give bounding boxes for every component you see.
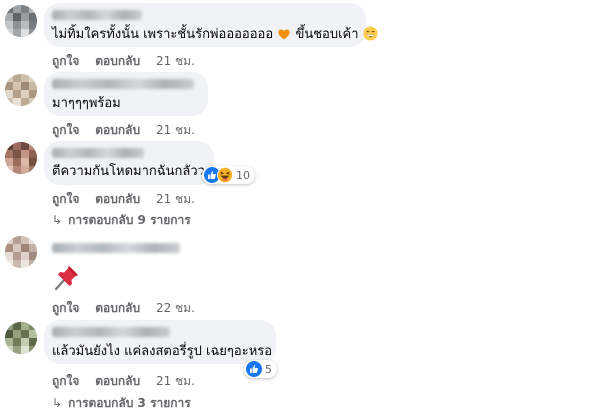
reply-arrow-icon: ↳ [52, 213, 63, 227]
avatar[interactable] [5, 5, 37, 37]
comment-text: ไม่ทิ้มใครทั้งนั้น เพราะชั้นรักพ่อออออออ [52, 27, 274, 42]
comment-actions: ถูกใจ ตอบกลับ 22 ชม. [52, 299, 207, 318]
orange-heart-icon [277, 27, 291, 46]
reaction-count: 10 [236, 168, 250, 182]
author-name[interactable] [52, 10, 142, 20]
timestamp[interactable]: 21 ชม. [156, 192, 195, 206]
like-link[interactable]: ถูกใจ [52, 123, 79, 137]
view-replies-link[interactable]: ↳ การตอบกลับ 3 รายการ [52, 394, 191, 413]
avatar[interactable] [5, 74, 37, 106]
avatar[interactable] [5, 236, 37, 268]
author-name[interactable] [52, 148, 144, 158]
replies-label: การตอบกลับ 9 รายการ [68, 213, 191, 227]
pushpin-icon [52, 262, 82, 292]
timestamp[interactable]: 21 ชม. [156, 374, 195, 388]
reply-link[interactable]: ตอบกลับ [95, 123, 140, 137]
comment-text-after: ขึ้นชอบเค้า [295, 27, 359, 42]
like-link[interactable]: ถูกใจ [52, 301, 79, 315]
timestamp[interactable]: 21 ชม. [156, 123, 195, 137]
comment-actions: ถูกใจ ตอบกลับ 21 ชม. [52, 52, 207, 71]
comment-bubble: มาๆๆๆพร้อม [44, 72, 208, 116]
comment-bubble: ตีความกันโหดมากฉันกลัวว [44, 141, 214, 185]
comment-bubble: ไม่ทิ้มใครทั้งนั้น เพราะชั้นรักพ่อออออออ… [44, 3, 378, 47]
avatar[interactable] [5, 142, 37, 174]
like-link[interactable]: ถูกใจ [52, 54, 79, 68]
author-name[interactable] [52, 243, 180, 253]
avatar[interactable] [5, 322, 37, 354]
like-link[interactable]: ถูกใจ [52, 374, 79, 388]
comment-actions: ถูกใจ ตอบกลับ 21 ชม. [52, 190, 207, 209]
comment-text: มาๆๆๆพร้อม [52, 96, 121, 111]
comment-actions: ถูกใจ ตอบกลับ 21 ชม. [52, 121, 207, 140]
reaction-count: 5 [265, 362, 272, 376]
grinning-emoji-icon [363, 26, 378, 46]
like-reaction-icon [246, 361, 262, 377]
comment-text: ตีความกันโหดมากฉันกลัวว [52, 164, 205, 179]
reaction-summary[interactable]: 10 [202, 166, 255, 184]
reply-link[interactable]: ตอบกลับ [95, 54, 140, 68]
comment-text: แล้วมันยังไง แค่ลงสตอรี่รูป เฉยๆอะหรอ [52, 344, 273, 359]
reaction-summary[interactable]: 5 [244, 360, 277, 378]
view-replies-link[interactable]: ↳ การตอบกลับ 9 รายการ [52, 211, 191, 230]
reply-arrow-icon: ↳ [52, 396, 63, 410]
replies-label: การตอบกลับ 3 รายการ [68, 396, 191, 410]
author-name[interactable] [52, 327, 170, 337]
timestamp[interactable]: 22 ชม. [156, 301, 195, 315]
timestamp[interactable]: 21 ชม. [156, 54, 195, 68]
reply-link[interactable]: ตอบกลับ [95, 192, 140, 206]
reply-link[interactable]: ตอบกลับ [95, 374, 140, 388]
like-link[interactable]: ถูกใจ [52, 192, 79, 206]
author-name[interactable] [52, 79, 194, 89]
comment-bubble: แล้วมันยังไง แค่ลงสตอรี่รูป เฉยๆอะหรอ [44, 320, 276, 364]
reply-link[interactable]: ตอบกลับ [95, 301, 140, 315]
comment-actions: ถูกใจ ตอบกลับ 21 ชม. [52, 372, 207, 391]
haha-reaction-icon [217, 167, 233, 183]
